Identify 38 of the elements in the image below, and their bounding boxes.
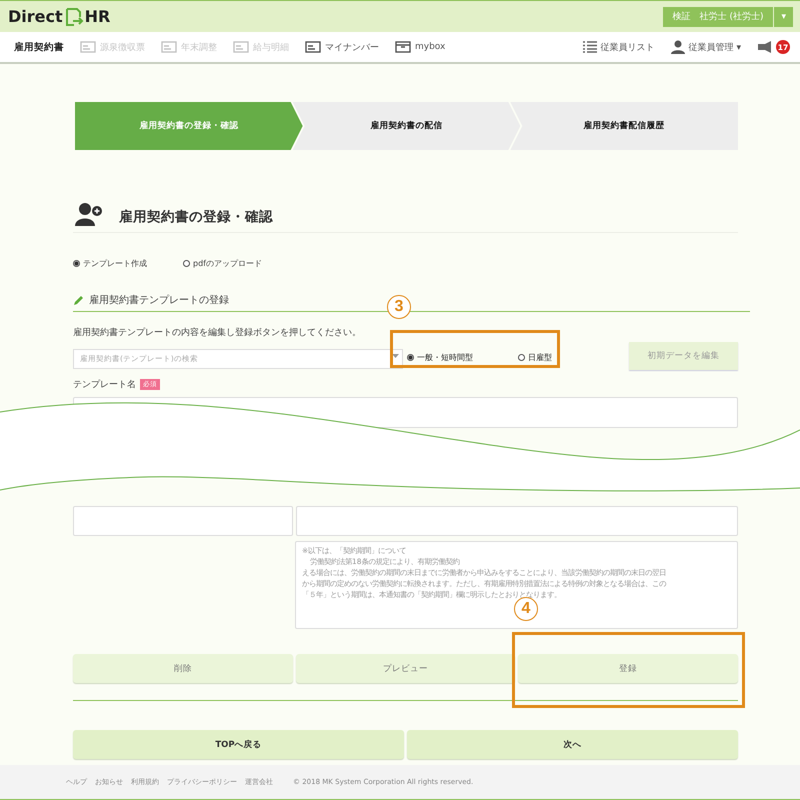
section-title: 雇用契約書テンプレートの登録 xyxy=(89,294,229,307)
caret-icon xyxy=(392,354,399,358)
edit-data-button[interactable]: 初期データを編集 xyxy=(629,342,738,370)
page-button[interactable]: 次へ xyxy=(407,730,738,759)
action-button[interactable]: 削除 xyxy=(73,654,293,683)
person-icon xyxy=(670,40,685,54)
radio-option[interactable]: テンプレート作成 xyxy=(73,258,147,269)
radio-option[interactable]: pdfのアップロード xyxy=(183,258,262,269)
nav-icon xyxy=(305,41,321,53)
step-tab[interactable]: 雇用契約書の登録・確認 xyxy=(75,102,303,150)
step-tab[interactable]: 雇用契約書配信履歴 xyxy=(510,102,738,150)
add-user-icon xyxy=(75,202,103,226)
nav-icon xyxy=(395,41,411,53)
instruction-text: 雇用契約書テンプレートの内容を編集し登録ボタンを押してください。 xyxy=(73,326,362,339)
nav-link[interactable]: 雇用契約書 xyxy=(14,40,64,54)
input-field[interactable] xyxy=(73,506,293,536)
step-number-marker: 3 xyxy=(387,295,411,319)
document-arrow-icon xyxy=(64,6,84,26)
list-icon xyxy=(582,41,597,53)
nav-icon xyxy=(80,41,96,53)
step-tab[interactable]: 雇用契約書の配信 xyxy=(292,102,520,150)
radio-option[interactable]: 日雇型 xyxy=(518,352,552,363)
logo-text: HR xyxy=(84,7,110,26)
radio-option[interactable]: 一般・短時間型 xyxy=(407,352,473,363)
nav-link[interactable]: 従業員管理 ▾ xyxy=(670,40,741,54)
input-field[interactable] xyxy=(296,506,738,536)
logo-text: Direct xyxy=(8,7,63,26)
nav-link[interactable]: mybox xyxy=(395,41,446,53)
nav-link[interactable]: マイナンバー xyxy=(305,40,379,54)
page-button[interactable]: TOPへ戻る xyxy=(73,730,404,759)
pencil-icon xyxy=(73,294,85,306)
megaphone-icon xyxy=(757,41,773,53)
field-label: テンプレート名 xyxy=(73,378,136,391)
nav-link[interactable]: 従業員リスト xyxy=(582,40,655,54)
nav-icon xyxy=(233,41,249,53)
action-button[interactable]: 登録 xyxy=(518,654,738,683)
page-title: 雇用契約書の登録・確認 xyxy=(119,208,273,226)
nav-icon xyxy=(161,41,177,53)
